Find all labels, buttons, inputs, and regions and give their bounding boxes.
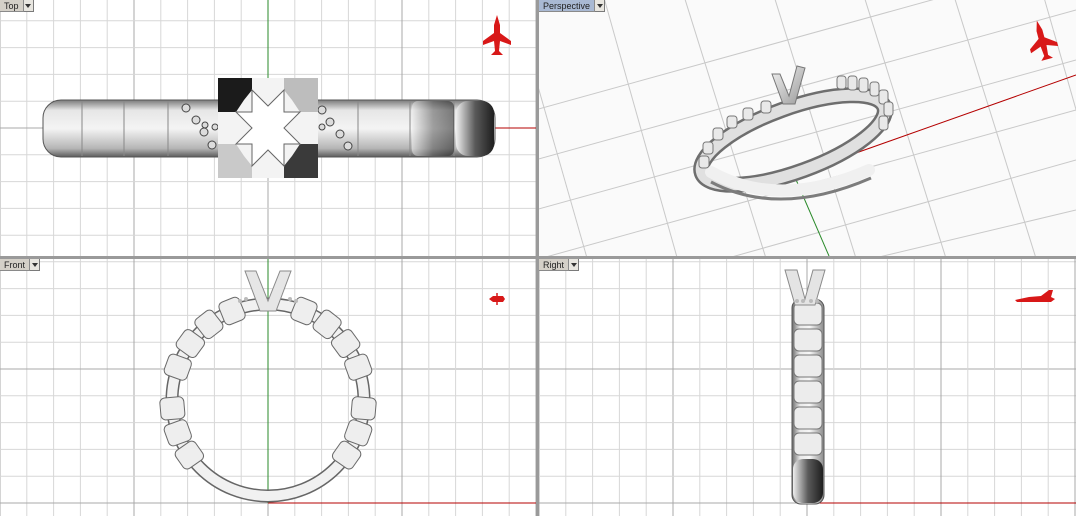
viewport-label-perspective[interactable]: Perspective [539, 0, 606, 12]
ring-right-view [784, 269, 826, 505]
viewport-right-canvas[interactable] [539, 259, 1076, 516]
viewport-title[interactable]: Perspective [539, 0, 596, 12]
viewport-right[interactable]: Right [539, 259, 1076, 516]
center-setting-prongs [218, 78, 318, 178]
chevron-down-icon[interactable] [595, 0, 606, 12]
viewport-top[interactable]: Top [0, 0, 536, 256]
viewport-perspective-canvas[interactable] [539, 0, 1076, 256]
band-segment [159, 396, 186, 421]
viewport-title[interactable]: Right [539, 259, 570, 271]
viewport-layout: Top Perspective Front Right [0, 0, 1076, 516]
chevron-down-icon[interactable] [30, 259, 41, 271]
viewport-label-top[interactable]: Top [0, 0, 34, 12]
chevron-down-icon[interactable] [569, 259, 580, 271]
viewport-front[interactable]: Front [0, 259, 536, 516]
viewport-perspective[interactable]: Perspective [539, 0, 1076, 256]
viewport-label-front[interactable]: Front [0, 259, 41, 271]
viewport-top-canvas[interactable] [0, 0, 536, 256]
jet-orientation-icon [489, 293, 505, 305]
viewport-label-right[interactable]: Right [539, 259, 580, 271]
chevron-down-icon[interactable] [23, 0, 34, 12]
viewport-title[interactable]: Top [0, 0, 24, 12]
viewport-front-canvas[interactable] [0, 259, 536, 516]
viewport-title[interactable]: Front [0, 259, 31, 271]
band-segment [350, 396, 377, 421]
